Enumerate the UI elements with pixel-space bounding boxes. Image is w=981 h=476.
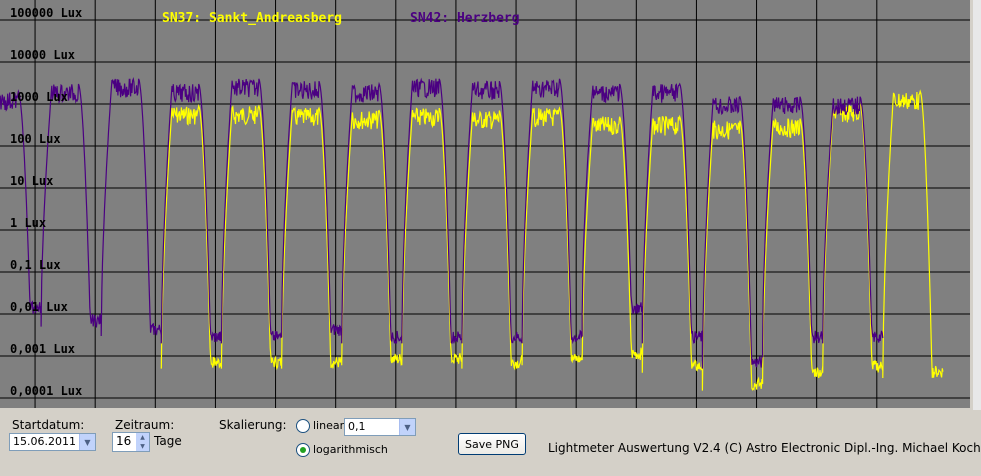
skalierung-label: Skalierung: bbox=[219, 418, 287, 432]
y-tick-label: 10 Lux bbox=[10, 174, 53, 188]
y-tick-label: 0,001 Lux bbox=[10, 342, 75, 356]
zeitraum-stepper[interactable]: 16 ▲ ▼ bbox=[112, 432, 150, 452]
linear-label: linear bbox=[313, 419, 345, 432]
chevron-down-icon[interactable]: ▼ bbox=[399, 419, 415, 435]
control-panel: Startdatum: 15.06.2011 ▼ Zeitraum: 16 ▲ … bbox=[0, 410, 981, 476]
spin-down-icon[interactable]: ▼ bbox=[136, 442, 149, 451]
y-tick-label: 0,01 Lux bbox=[10, 300, 68, 314]
y-tick-label: 10000 Lux bbox=[10, 48, 75, 62]
y-tick-label: 0,1 Lux bbox=[10, 258, 61, 272]
zeitraum-label: Zeitraum: bbox=[115, 418, 175, 432]
y-tick-label: 100000 Lux bbox=[10, 6, 82, 20]
save-png-button[interactable]: Save PNG bbox=[458, 433, 526, 455]
light-chart: 100000 Lux 10000 Lux 1000 Lux 100 Lux 10 Lux… bbox=[0, 0, 970, 408]
footer-credits: Lightmeter Auswertung V2.4 (C) Astro Ele… bbox=[548, 441, 981, 455]
zeitraum-value: 16 bbox=[116, 434, 132, 448]
legend-series1: SN37: Sankt_Andreasberg bbox=[162, 11, 342, 26]
y-tick-label: 0,0001 Lux bbox=[10, 384, 82, 398]
startdatum-value: 15.06.2011 bbox=[13, 435, 76, 448]
chevron-down-icon[interactable]: ▼ bbox=[79, 434, 95, 450]
plot-background bbox=[0, 0, 970, 408]
linear-scale-value: 0,1 bbox=[348, 420, 366, 433]
startdatum-picker[interactable]: 15.06.2011 ▼ bbox=[9, 433, 96, 451]
y-tick-label: 1 Lux bbox=[10, 216, 46, 230]
y-tick-label: 1000 Lux bbox=[10, 90, 68, 104]
zeitraum-unit: Tage bbox=[154, 434, 182, 448]
linear-scale-select[interactable]: 0,1 ▼ bbox=[344, 418, 416, 436]
startdatum-label: Startdatum: bbox=[12, 418, 85, 432]
y-tick-label: 100 Lux bbox=[10, 132, 61, 146]
vertical-scrollbar[interactable] bbox=[973, 0, 981, 410]
logarithmic-radio[interactable] bbox=[296, 443, 310, 457]
legend-series2: SN42: Herzberg bbox=[410, 11, 520, 26]
linear-radio[interactable] bbox=[296, 419, 310, 433]
spin-up-icon[interactable]: ▲ bbox=[136, 433, 149, 442]
logarithmic-label: logarithmisch bbox=[313, 443, 388, 456]
